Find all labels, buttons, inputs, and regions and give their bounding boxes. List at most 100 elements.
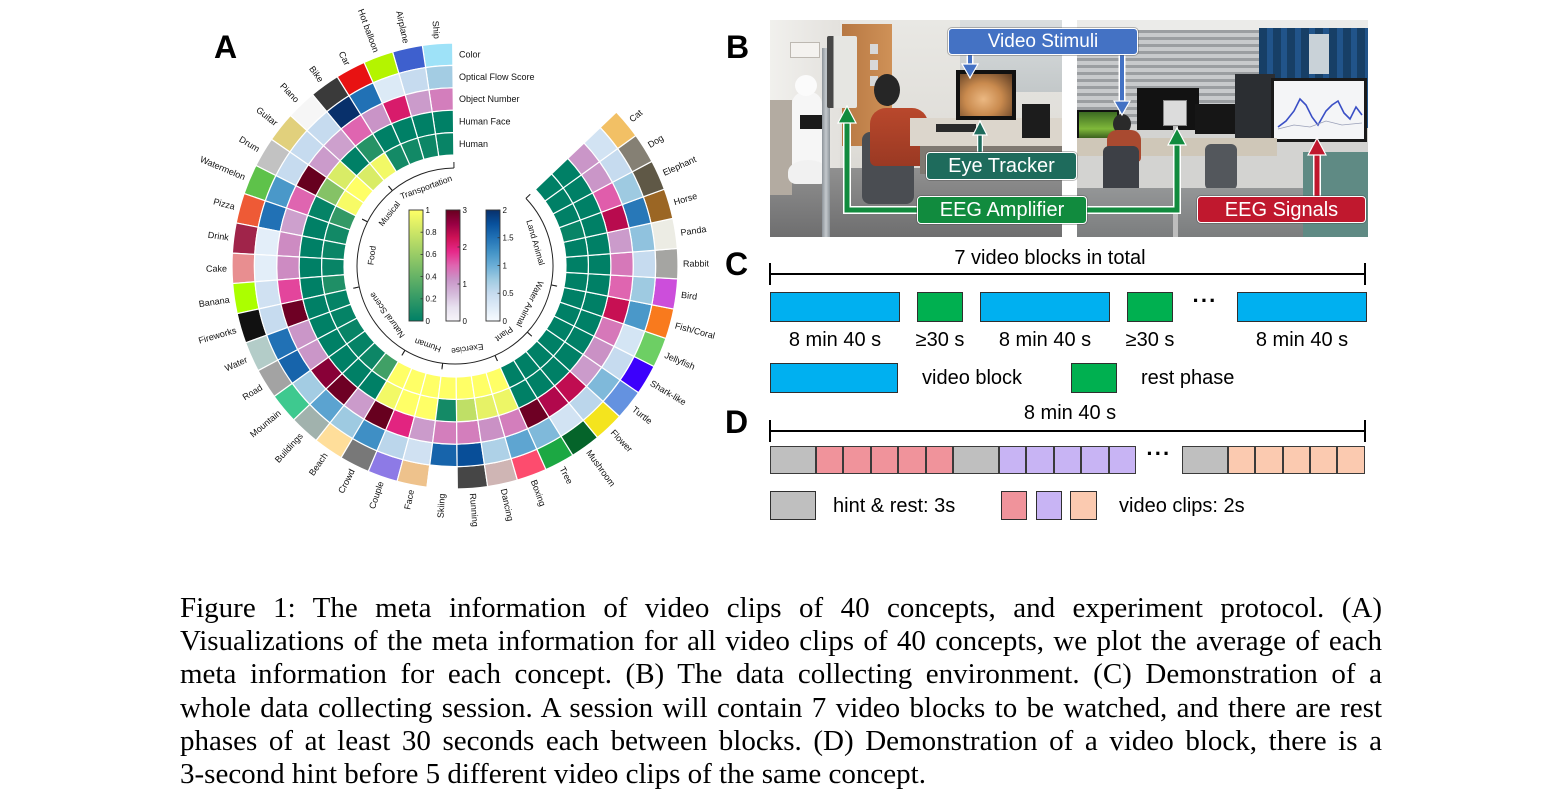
legend-video-block-label: video block [922, 367, 1023, 389]
curtain-window [1309, 34, 1329, 74]
concept-label-watermelon: Watermelon [199, 154, 247, 182]
rest-phase-block [1127, 292, 1173, 322]
category-label: Exercise [450, 342, 484, 357]
colorbar-purd: 0 1 2 3 [445, 206, 468, 326]
colorbar-tick-label: 0.4 [426, 272, 438, 281]
monitor-rabbit-image [960, 74, 1012, 116]
session-title: 7 video blocks in total [954, 247, 1146, 269]
session-span-tick-end [1364, 263, 1366, 285]
category-tick [441, 363, 444, 370]
concept-label-water: Water [223, 355, 249, 374]
concept-label-guitar: Guitar [254, 105, 279, 128]
cell-ship-object-number [428, 87, 454, 113]
concept-label-tree: Tree [557, 465, 574, 486]
video-clip-cell-pink [898, 446, 926, 474]
concept-label-flower: Flower [609, 428, 635, 454]
colorbar-tick-label: 2 [463, 243, 468, 252]
legend-hint-swatch [770, 491, 816, 520]
cell-ship-color [421, 42, 454, 69]
colorbar-tick-label: 0 [426, 317, 431, 326]
cell-rabbit-color [654, 247, 679, 280]
colorbar-tick-label: 0.5 [503, 289, 515, 298]
concept-label-ship: Ship [431, 20, 442, 39]
rest-phase-block [917, 292, 963, 322]
concept-label-mushroom: Mushroom [584, 448, 617, 488]
category-tick [525, 193, 531, 199]
category-label: Human [413, 336, 442, 354]
ring-legend-color: Color [459, 49, 481, 59]
concept-label-couple: Couple [367, 480, 386, 510]
cell-drink-color [231, 222, 259, 256]
ring-legend-human-face: Human Face [459, 117, 511, 127]
cell-drink-human-face [298, 235, 325, 259]
category-human: Human [401, 336, 444, 370]
duration-label: 8 min 40 s [788, 329, 882, 351]
category-tick [388, 185, 393, 191]
concept-label-elephant: Elephant [661, 154, 698, 178]
colorbar-tick-label: 1.5 [503, 234, 515, 243]
cell-bird-color [651, 276, 679, 310]
concept-label-running: Running [468, 493, 481, 527]
colorbar-tick-label: 0 [463, 317, 468, 326]
concept-label-fireworks: Fireworks [197, 325, 238, 346]
cell-cake-optical-flow [253, 253, 278, 283]
colorbar-gradient [408, 209, 424, 322]
video-clip-cell-peach [1227, 446, 1256, 474]
category-tick [361, 218, 368, 223]
server-cabinet [1235, 74, 1275, 138]
colorbar-summer: 0 0.2 0.4 0.6 0.8 1 [408, 206, 438, 326]
concept-label-rabbit: Rabbit [683, 258, 710, 268]
concept-label-horse: Horse [673, 191, 699, 207]
category-label: Food [365, 245, 377, 266]
duration-label: ≥30 s [1125, 329, 1175, 351]
cell-rabbit-optical-flow [632, 249, 657, 279]
chair [1103, 146, 1139, 194]
concept-label-pizza: Pizza [212, 196, 236, 211]
category-tick [401, 350, 406, 356]
block-timeline: ··· [770, 441, 1365, 474]
category-tick [353, 286, 360, 289]
cell-ship-optical-flow [424, 64, 454, 91]
category-arc [442, 355, 496, 365]
computer [1022, 104, 1050, 138]
concept-label-cake: Cake [206, 264, 227, 274]
keyboard [936, 124, 976, 132]
duration-label: 8 min 40 s [998, 329, 1092, 351]
ring-legend-human: Human [459, 139, 488, 149]
block-span-tick-end [1364, 420, 1366, 442]
cell-bird-human-face [585, 273, 612, 297]
session-timeline: ··· [770, 288, 1367, 322]
cell-cake-human [321, 257, 345, 278]
category-label: Transportation [399, 173, 454, 201]
caption-line: Visualizations of the meta information f… [180, 625, 1382, 658]
session-span-line [770, 273, 1366, 275]
colorbar-gradient [445, 209, 461, 322]
eeg-amplifier-device [827, 36, 857, 108]
cell-cake-color [231, 252, 256, 285]
concept-label-skiing: Skiing [436, 493, 447, 518]
concept-label-mountain: Mountain [248, 408, 283, 439]
ring-legend-optical-flow: Optical Flow Score [459, 72, 535, 82]
video-clip-cell-peach [1282, 446, 1311, 474]
concept-label-turtle: Turtle [630, 404, 654, 426]
category-tick [494, 355, 498, 362]
cell-rabbit-human-face [587, 253, 612, 276]
figure-page: A Ship Airplane Hot balloon Car Bike Piano Gui… [0, 0, 1562, 801]
category-food: Food [353, 218, 378, 289]
legend-rest-phase-swatch [1071, 363, 1117, 393]
figure-caption: Figure 1: The meta information of video … [180, 592, 1382, 791]
ring-legend-object-number: Object Number [459, 94, 520, 104]
block-title: 8 min 40 s [1023, 402, 1117, 424]
cell-running-object-number [456, 419, 482, 445]
panel-b-label: B [726, 29, 750, 65]
cell-running-optical-flow [456, 441, 486, 468]
cell-drink-optical-flow [254, 226, 281, 257]
panel-c-label: C [725, 246, 749, 282]
concept-label-panda: Panda [680, 224, 707, 238]
circular-meta-chart: Ship Airplane Hot balloonCar Bike PianoGuita… [197, 8, 716, 528]
eeg-signals-label: EEG Signals [1197, 196, 1366, 223]
wall-sign [790, 42, 820, 58]
legend-clips-label: video clips: 2s [1119, 495, 1245, 517]
concept-label-jellyfish: Jellyfish [663, 350, 696, 372]
eeg-amplifier-label: EEG Amplifier [917, 196, 1087, 224]
